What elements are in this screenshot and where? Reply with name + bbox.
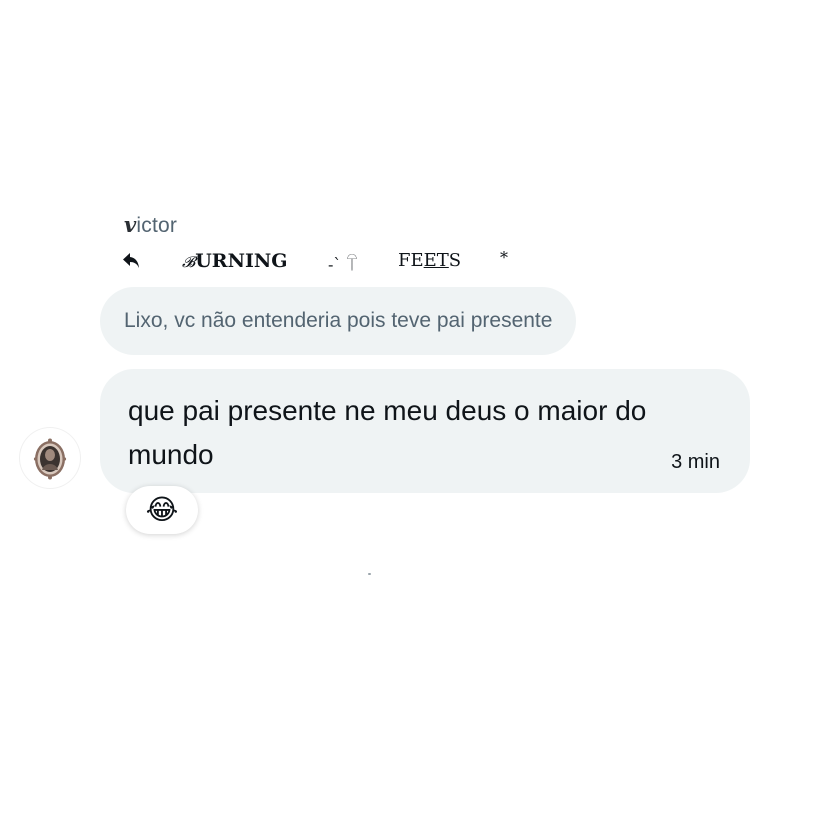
replied-to-feets: FEETS xyxy=(398,250,462,271)
message-bubble[interactable]: que pai presente ne meu deus o maior do … xyxy=(100,369,750,493)
replied-to-star: * xyxy=(500,248,508,267)
reaction-pill[interactable]: 😂 xyxy=(126,486,198,534)
quoted-message-text: Lixo, vc não entenderia pois teve pai pr… xyxy=(124,309,553,332)
quoted-message-bubble[interactable]: Lixo, vc não entenderia pois teve pai pr… xyxy=(100,287,577,355)
framed-portrait-avatar-icon xyxy=(33,438,67,480)
divider-dot xyxy=(368,573,371,575)
reply-arrow-icon xyxy=(122,250,142,272)
sender-name: 𝒗ictor xyxy=(124,212,177,238)
reply-context[interactable]: 𝓑URNING -` 𓋼 FEETS * xyxy=(122,248,542,274)
message-timestamp: 3 min xyxy=(671,451,720,473)
sender-name-rest: ictor xyxy=(136,214,178,237)
message-text: que pai presente ne meu deus o maior do … xyxy=(128,395,647,470)
avatar[interactable] xyxy=(20,428,80,488)
laughing-tears-emoji-icon: 😂 xyxy=(145,494,179,525)
replied-to-decoration: -` 𓋼 xyxy=(328,255,358,274)
replied-to-name: 𝓑URNING xyxy=(182,250,288,272)
sender-name-initial: 𝒗 xyxy=(124,212,137,237)
